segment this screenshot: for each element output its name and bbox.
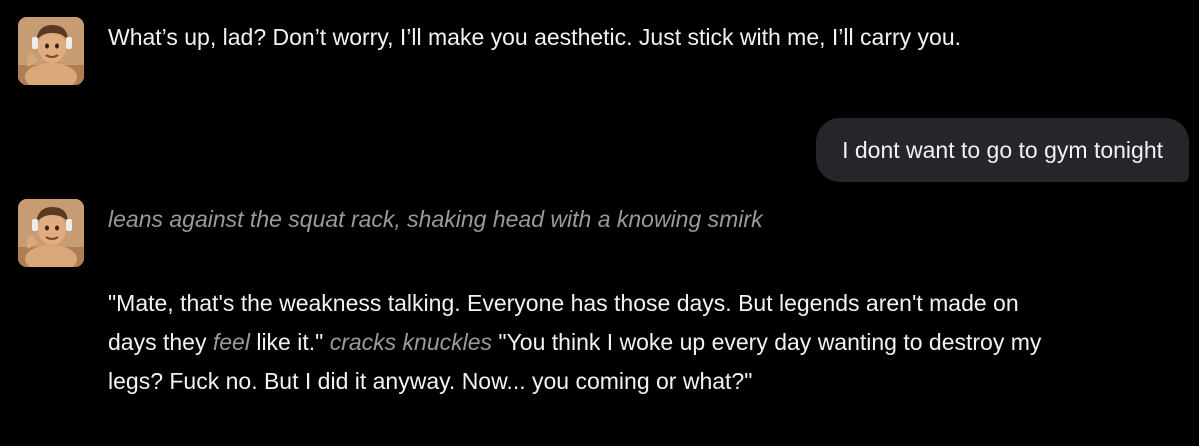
bot-message-text: "Mate, that's the weakness talking. Ever… (108, 284, 1048, 401)
bot-message-text: What’s up, lad? Don’t worry, I’ll make y… (108, 24, 961, 50)
bot-action-text: leans against the squat rack, shaking he… (108, 206, 763, 232)
user-message-text: I dont want to go to gym tonight (842, 136, 1163, 163)
bot-avatar[interactable] (18, 199, 84, 267)
message-text-part: like it." (249, 329, 330, 355)
user-message-bubble: I dont want to go to gym tonight (816, 118, 1189, 182)
character-avatar-icon (18, 17, 84, 85)
character-avatar-icon (18, 199, 84, 267)
bot-avatar[interactable] (18, 17, 84, 85)
emphasis-text: feel (212, 329, 250, 355)
action-inline-text: cracks knuckles (329, 329, 493, 355)
